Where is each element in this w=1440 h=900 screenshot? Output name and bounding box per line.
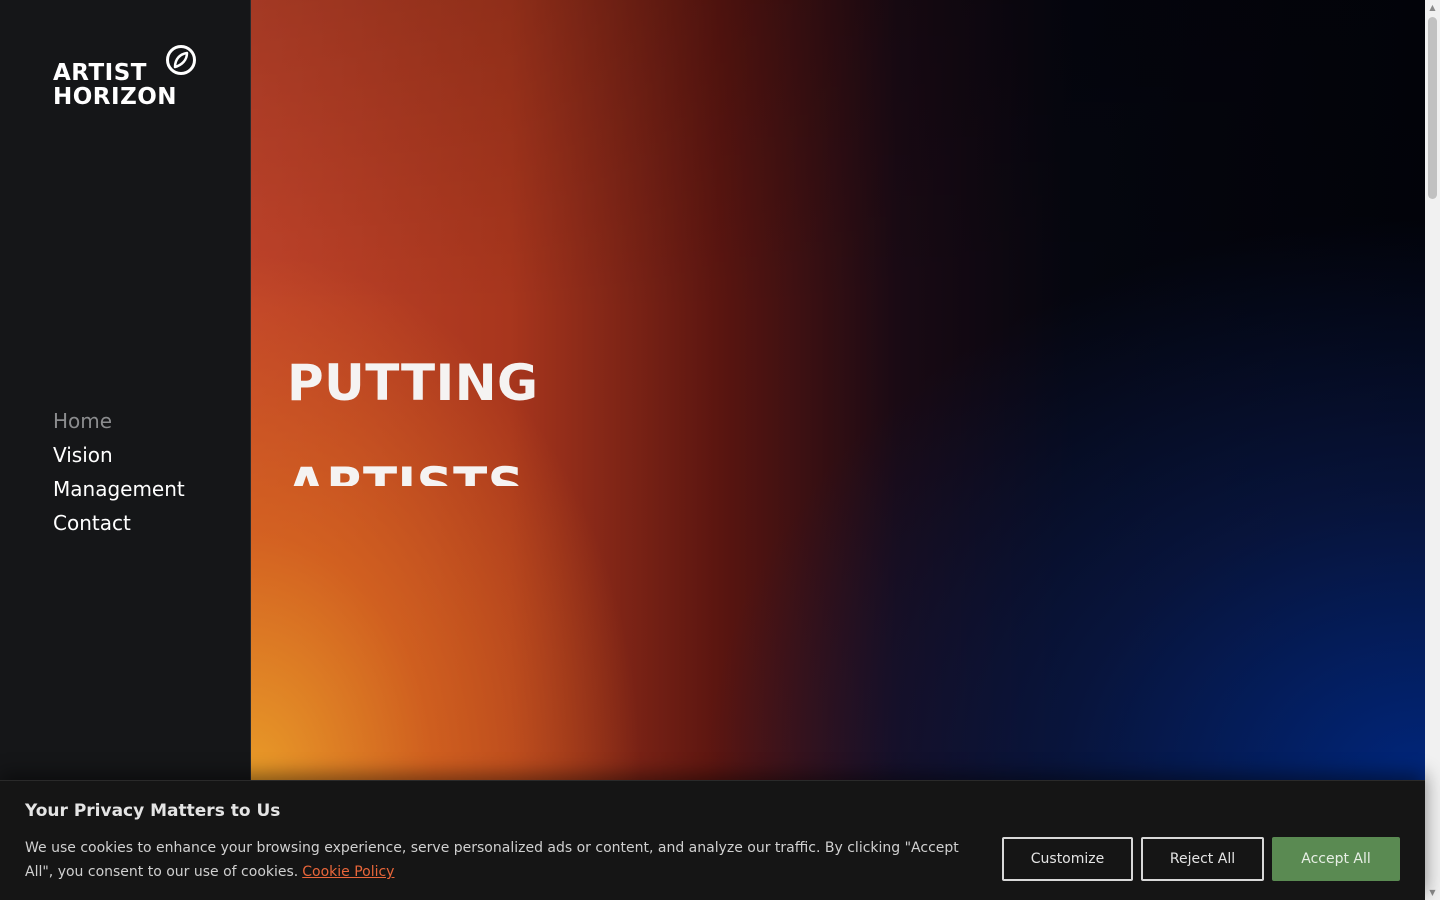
cookie-banner-title: Your Privacy Matters to Us — [25, 801, 281, 821]
hero-headline-line1: PUTTING — [287, 354, 539, 412]
leaf-circle-icon — [166, 45, 196, 75]
site-logo[interactable]: ARTIST HORIZON — [53, 44, 203, 114]
cookie-banner-description: We use cookies to enhance your browsing … — [25, 840, 959, 880]
nav-item-management[interactable]: Management — [53, 472, 185, 506]
scroll-down-arrow-icon[interactable]: ▼ — [1425, 885, 1440, 900]
main-nav: Home Vision Management Contact — [53, 404, 185, 540]
customize-button[interactable]: Customize — [1002, 837, 1133, 881]
logo-text-horizon: HORIZON — [53, 84, 178, 110]
scroll-up-arrow-icon[interactable]: ▲ — [1425, 0, 1440, 15]
accept-all-button[interactable]: Accept All — [1272, 837, 1400, 881]
hero-section: PUTTING ARTISTS — [251, 0, 1425, 780]
cookie-banner-text: We use cookies to enhance your browsing … — [25, 836, 970, 884]
reject-all-button[interactable]: Reject All — [1141, 837, 1264, 881]
hero-headline-line2: ARTISTS — [287, 458, 524, 486]
page-scrollbar[interactable]: ▲ ▼ — [1425, 0, 1440, 900]
scrollbar-thumb[interactable] — [1428, 17, 1437, 199]
cookie-banner: Your Privacy Matters to Us We use cookie… — [0, 780, 1425, 900]
cookie-policy-link[interactable]: Cookie Policy — [302, 864, 394, 880]
sidebar: ARTIST HORIZON Home Vision Management Co… — [0, 0, 251, 900]
nav-item-vision[interactable]: Vision — [53, 438, 185, 472]
nav-item-home[interactable]: Home — [53, 404, 185, 438]
nav-item-contact[interactable]: Contact — [53, 506, 185, 540]
hero-headline-line2-mask: ARTISTS — [287, 458, 524, 486]
